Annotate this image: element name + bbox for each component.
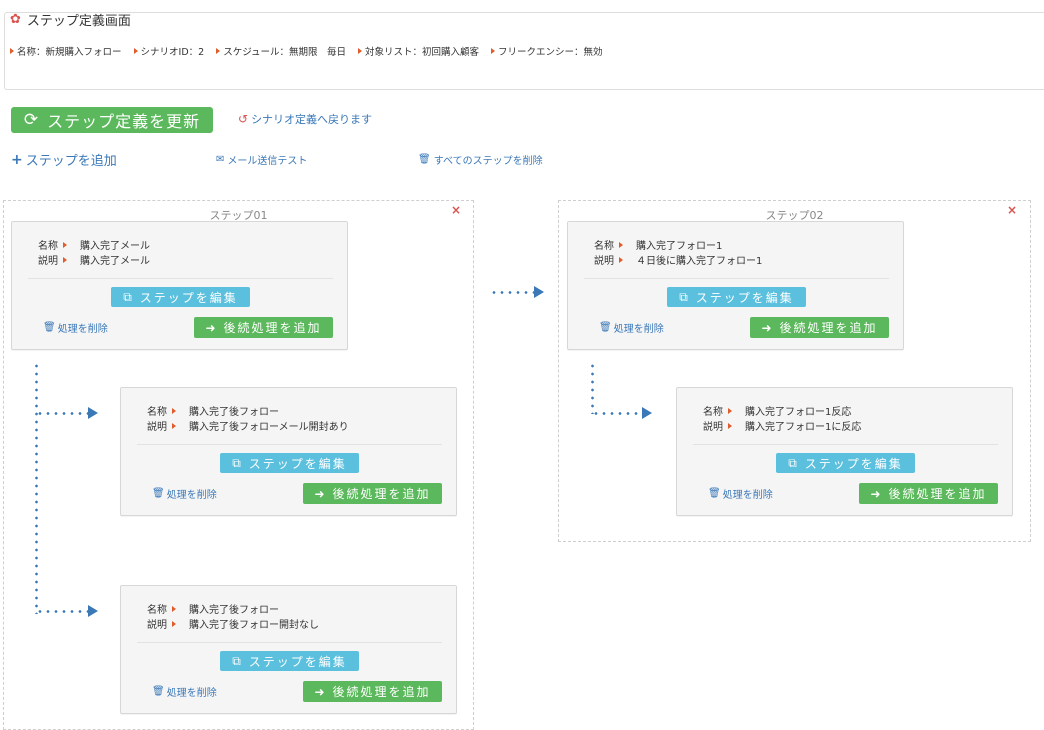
step-card: 名称 購入完了フォロー1反応 説明 購入完了フォロー1に反応 ⧉ ステップを編集 🗑 処… [676, 387, 1013, 516]
trash-icon: 🗑 [708, 488, 721, 499]
mail-test-link[interactable]: ✉ メール送信テスト [216, 152, 307, 167]
caret-right-icon [619, 241, 623, 248]
delete-all-steps-link[interactable]: 🗑 すべてのステップを削除 [418, 152, 543, 167]
external-link-icon: ⧉ [232, 653, 243, 668]
arrow-right-icon [642, 407, 652, 419]
refresh-icon: ⟳ [23, 110, 40, 130]
card-name: 購入完了フォロー1 [636, 241, 723, 252]
branch-connector [35, 362, 38, 614]
trash-icon: 🗑 [599, 322, 612, 333]
card-desc: 購入完了フォロー1に反応 [745, 422, 862, 433]
caret-right-icon [491, 48, 496, 54]
step-card: 名称 購入完了フォロー1 説明 ４日後に購入完了フォロー1 ⧉ ステップを編集 🗑 処理… [567, 221, 904, 350]
add-next-process-button[interactable]: ➜ 後続処理を追加 [194, 317, 333, 338]
caret-right-icon [133, 48, 138, 54]
branch-connector [592, 412, 642, 415]
external-link-icon: ⧉ [123, 289, 134, 304]
branch-connector [36, 610, 88, 613]
meta-scenario-id: シナリオID：2 [133, 44, 204, 58]
caret-right-icon [63, 241, 67, 248]
divider [137, 444, 442, 445]
add-next-process-button[interactable]: ➜ 後続処理を追加 [303, 483, 442, 504]
divider [584, 278, 889, 279]
caret-right-icon [63, 256, 67, 263]
meta-name: 名称：新規購入フォロー [10, 44, 122, 58]
delete-process-link[interactable]: 🗑 処理を削除 [152, 486, 217, 501]
gear-icon: ✿ [10, 12, 21, 27]
page-title: ✿ ステップ定義画面 [10, 10, 131, 29]
trash-icon: 🗑 [43, 322, 56, 333]
card-name: 購入完了後フォロー [189, 407, 279, 418]
caret-right-icon [728, 422, 732, 429]
plus-icon: + [11, 151, 23, 168]
meta-target-list: 対象リスト：初回購入顧客 [358, 44, 479, 58]
undo-icon: ↺ [238, 112, 249, 126]
divider [28, 278, 333, 279]
caret-right-icon [172, 422, 176, 429]
envelope-icon: ✉ [216, 154, 225, 165]
external-link-icon: ⧉ [232, 455, 243, 470]
edit-step-button[interactable]: ⧉ ステップを編集 [111, 287, 250, 307]
delete-process-link[interactable]: 🗑 処理を削除 [43, 320, 108, 335]
meta-schedule: スケジュール：無期限 毎日 [216, 44, 346, 58]
delete-process-link[interactable]: 🗑 処理を削除 [152, 684, 217, 699]
close-icon[interactable]: × [1007, 203, 1017, 217]
edit-step-button[interactable]: ⧉ ステップを編集 [220, 651, 359, 671]
caret-right-icon [728, 407, 732, 414]
step-card: 名称 購入完了メール 説明 購入完了メール ⧉ ステップを編集 🗑 処理を削除 ➜ 後続処… [11, 221, 348, 350]
arrow-right-icon: ➜ [314, 684, 327, 699]
add-next-process-button[interactable]: ➜ 後続処理を追加 [303, 681, 442, 702]
trash-icon: 🗑 [152, 686, 165, 697]
card-desc: 購入完了後フォロー開封なし [189, 620, 319, 631]
arrow-right-icon [534, 286, 544, 298]
add-next-process-button[interactable]: ➜ 後続処理を追加 [750, 317, 889, 338]
caret-right-icon [216, 48, 221, 54]
divider [693, 444, 998, 445]
trash-icon: 🗑 [418, 154, 431, 165]
caret-right-icon [172, 407, 176, 414]
arrow-right-icon [88, 407, 98, 419]
add-next-process-button[interactable]: ➜ 後続処理を追加 [859, 483, 998, 504]
page-title-text: ステップ定義画面 [26, 14, 131, 29]
trash-icon: 🗑 [152, 488, 165, 499]
card-name: 購入完了フォロー1反応 [745, 407, 852, 418]
card-name: 購入完了メール [80, 241, 150, 252]
arrow-right-icon: ➜ [870, 486, 883, 501]
meta-frequency: フリークエンシー：無効 [491, 44, 603, 58]
step-card: 名称 購入完了後フォロー 説明 購入完了後フォロー開封なし ⧉ ステップを編集 🗑 処理… [120, 585, 457, 714]
add-step-link[interactable]: + ステップを追加 [11, 150, 117, 170]
divider [137, 642, 442, 643]
update-step-definition-button[interactable]: ⟳ ステップ定義を更新 [11, 107, 213, 133]
edit-step-button[interactable]: ⧉ ステップを編集 [667, 287, 806, 307]
caret-right-icon [358, 48, 363, 54]
card-desc: 購入完了後フォローメール開封あり [189, 422, 349, 433]
branch-connector [591, 362, 594, 414]
scenario-meta: 名称：新規購入フォロー シナリオID：2 スケジュール：無期限 毎日 対象リスト… [10, 44, 603, 58]
delete-process-link[interactable]: 🗑 処理を削除 [708, 486, 773, 501]
caret-right-icon [619, 256, 623, 263]
card-desc: 購入完了メール [80, 256, 150, 267]
external-link-icon: ⧉ [788, 455, 799, 470]
edit-step-button[interactable]: ⧉ ステップを編集 [776, 453, 915, 473]
caret-right-icon [172, 605, 176, 612]
branch-connector [36, 412, 88, 415]
caret-right-icon [172, 620, 176, 627]
edit-step-button[interactable]: ⧉ ステップを編集 [220, 453, 359, 473]
arrow-right-icon: ➜ [761, 320, 774, 335]
card-desc: ４日後に購入完了フォロー1 [636, 256, 763, 267]
card-name: 購入完了後フォロー [189, 605, 279, 616]
back-to-scenario-link[interactable]: ↺ シナリオ定義へ戻ります [238, 111, 372, 127]
caret-right-icon [10, 48, 14, 54]
external-link-icon: ⧉ [679, 289, 690, 304]
step-connector [490, 291, 534, 294]
arrow-right-icon: ➜ [314, 486, 327, 501]
arrow-right-icon: ➜ [205, 320, 218, 335]
step-card: 名称 購入完了後フォロー 説明 購入完了後フォローメール開封あり ⧉ ステップを編集 … [120, 387, 457, 516]
close-icon[interactable]: × [451, 203, 461, 217]
arrow-right-icon [88, 605, 98, 617]
delete-process-link[interactable]: 🗑 処理を削除 [599, 320, 664, 335]
